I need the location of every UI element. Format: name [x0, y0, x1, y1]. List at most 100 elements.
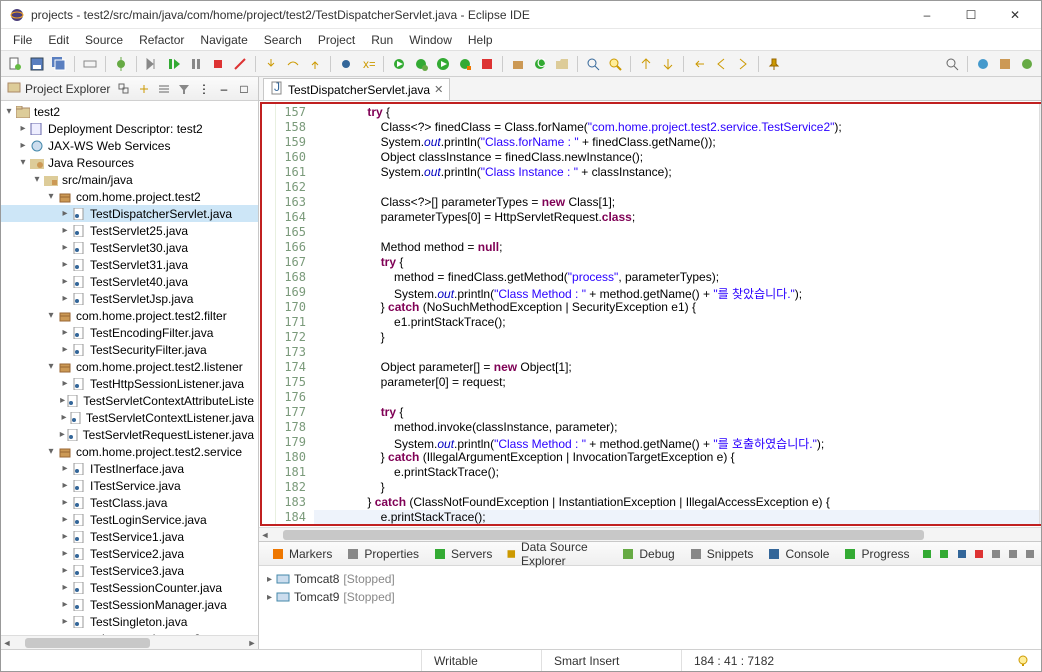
bottom-tab-servers[interactable]: Servers: [427, 545, 498, 563]
filter-icon[interactable]: [176, 81, 192, 97]
twistie-icon[interactable]: ▸: [17, 140, 29, 151]
last-edit-button[interactable]: [689, 54, 709, 74]
tree-node[interactable]: ▾Java Resources: [1, 154, 258, 171]
bottom-tab-data-source-explorer[interactable]: Data Source Explorer: [500, 538, 613, 570]
twistie-icon[interactable]: ▸: [59, 276, 71, 287]
twistie-icon[interactable]: ▸: [59, 378, 71, 389]
code-area[interactable]: try { Class<?> finedClass = Class.forNam…: [314, 104, 1039, 524]
close-tab-icon[interactable]: ✕: [434, 83, 443, 96]
servers-stop-button[interactable]: [971, 544, 986, 564]
tree-node[interactable]: ▸TestClass.java: [1, 494, 258, 511]
twistie-icon[interactable]: ▾: [31, 174, 43, 185]
minimize-button[interactable]: –: [909, 4, 945, 26]
tree-node[interactable]: ▸TestService1.java: [1, 528, 258, 545]
menu-navigate[interactable]: Navigate: [192, 31, 255, 49]
bottom-tab-debug[interactable]: Debug: [615, 545, 680, 563]
servers-max-button[interactable]: [1040, 544, 1041, 564]
tree-node[interactable]: ▸TestService2.java: [1, 545, 258, 562]
bottom-tab-properties[interactable]: Properties: [340, 545, 425, 563]
menu-edit[interactable]: Edit: [40, 31, 77, 49]
servers-start-button[interactable]: [937, 544, 952, 564]
breakpoint-button[interactable]: [336, 54, 356, 74]
run-button[interactable]: [433, 54, 453, 74]
skip-button[interactable]: [142, 54, 162, 74]
twistie-icon[interactable]: ▸: [59, 293, 71, 304]
twistie-icon[interactable]: ▾: [45, 361, 57, 372]
twistie-icon[interactable]: ▸: [59, 344, 71, 355]
tree-node[interactable]: ▸TestEncodingFilter.java: [1, 324, 258, 341]
servers-profile-button[interactable]: [954, 544, 969, 564]
tree-node[interactable]: ▸TestSessionCounter.java: [1, 579, 258, 596]
twistie-icon[interactable]: ▸: [59, 616, 71, 627]
servers-clear-button[interactable]: [988, 544, 1003, 564]
tree-node[interactable]: ▾src/main/java: [1, 171, 258, 188]
save-button[interactable]: [27, 54, 47, 74]
save-all-button[interactable]: [49, 54, 69, 74]
twistie-icon[interactable]: ▸: [17, 123, 29, 134]
pause-button[interactable]: [186, 54, 206, 74]
perspective-debug-button[interactable]: [1017, 54, 1037, 74]
twistie-icon[interactable]: ▸: [59, 497, 71, 508]
run-server-button[interactable]: [389, 54, 409, 74]
forward-button[interactable]: [733, 54, 753, 74]
twistie-icon[interactable]: ▸: [59, 548, 71, 559]
maximize-view-icon[interactable]: □: [236, 81, 252, 97]
close-button[interactable]: ✕: [997, 4, 1033, 26]
bottom-tab-markers[interactable]: Markers: [265, 545, 338, 563]
twistie-icon[interactable]: ▸: [59, 327, 71, 338]
tree-node[interactable]: ▸TestSingleton.java: [1, 613, 258, 630]
twistie-icon[interactable]: ▸: [59, 395, 66, 406]
toggle-button[interactable]: [80, 54, 100, 74]
servers-menu-button[interactable]: [1006, 544, 1021, 564]
servers-min-button[interactable]: [1023, 544, 1038, 564]
perspective-jee-button[interactable]: [973, 54, 993, 74]
new-package-button[interactable]: [508, 54, 528, 74]
debug-server-button[interactable]: [411, 54, 431, 74]
twistie-icon[interactable]: ▸: [59, 531, 71, 542]
twistie-icon[interactable]: ▾: [3, 106, 15, 117]
tree-node[interactable]: ▸TestLoginService.java: [1, 511, 258, 528]
tree-node[interactable]: ▸TestService3.java: [1, 562, 258, 579]
maximize-button[interactable]: ☐: [953, 4, 989, 26]
coverage-button[interactable]: [455, 54, 475, 74]
twistie-icon[interactable]: ▸: [267, 592, 272, 603]
twistie-icon[interactable]: ▾: [17, 157, 29, 168]
server-row[interactable]: ▸Tomcat9 [Stopped]: [267, 588, 1041, 606]
menu-help[interactable]: Help: [460, 31, 501, 49]
search-button[interactable]: [605, 54, 625, 74]
collapse-all-icon[interactable]: [116, 81, 132, 97]
view-menu-icon[interactable]: ⋮: [196, 81, 212, 97]
expression-button[interactable]: x=: [358, 54, 378, 74]
tree-node[interactable]: ▸TestSessionManager.java: [1, 596, 258, 613]
server-row[interactable]: ▸Tomcat8 [Stopped]: [267, 570, 1041, 588]
twistie-icon[interactable]: ▸: [59, 208, 71, 219]
bottom-tab-snippets[interactable]: Snippets: [683, 545, 760, 563]
bottom-tab-console[interactable]: Console: [761, 545, 835, 563]
pin-button[interactable]: [764, 54, 784, 74]
resume-button[interactable]: [164, 54, 184, 74]
step-return-button[interactable]: [305, 54, 325, 74]
editor-hscroll[interactable]: ◄►: [259, 527, 1041, 541]
new-button[interactable]: [5, 54, 25, 74]
disconnect-button[interactable]: [230, 54, 250, 74]
sidebar-hscroll[interactable]: ◄►: [1, 635, 258, 649]
twistie-icon[interactable]: ▸: [59, 565, 71, 576]
minimize-view-icon[interactable]: –: [216, 81, 232, 97]
link-editor-icon[interactable]: [136, 81, 152, 97]
twistie-icon[interactable]: ▸: [59, 225, 71, 236]
tip-icon[interactable]: [1005, 650, 1041, 671]
annotation-prev-button[interactable]: [636, 54, 656, 74]
twistie-icon[interactable]: ▾: [45, 191, 57, 202]
tree-node[interactable]: ▸TestServlet31.java: [1, 256, 258, 273]
menu-project[interactable]: Project: [310, 31, 363, 49]
tree-node[interactable]: ▸ITestService.java: [1, 477, 258, 494]
twistie-icon[interactable]: ▸: [59, 242, 71, 253]
tree-node[interactable]: ▸TestHttpSessionListener.java: [1, 375, 258, 392]
quick-access-button[interactable]: [942, 54, 962, 74]
tree-node[interactable]: ▾com.home.project.test2.listener: [1, 358, 258, 375]
fold-ruler[interactable]: [262, 104, 276, 524]
external-tools-button[interactable]: [477, 54, 497, 74]
tree-node[interactable]: ▾test2: [1, 103, 258, 120]
tree-node[interactable]: ▸ITestInerface.java: [1, 460, 258, 477]
stop-button[interactable]: [208, 54, 228, 74]
